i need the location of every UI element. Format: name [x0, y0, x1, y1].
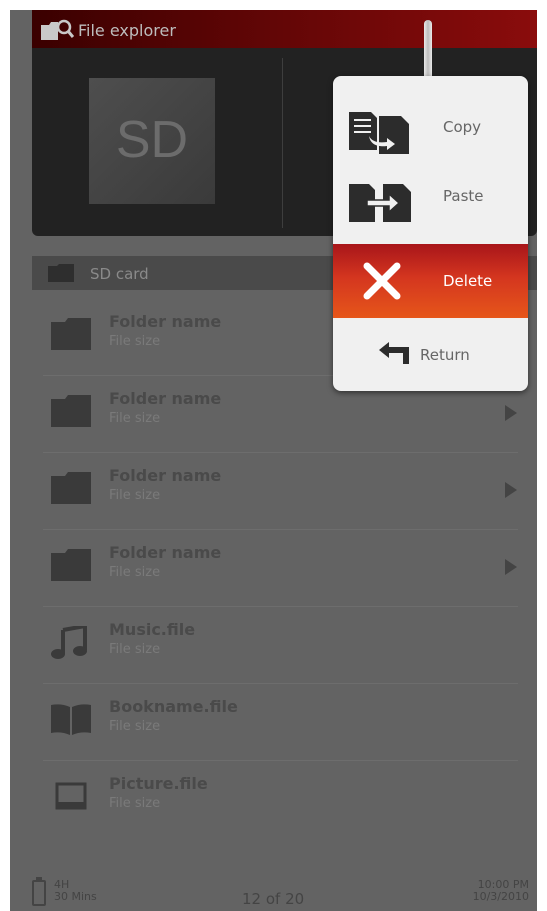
item-size: File size: [109, 719, 161, 734]
battery-time: 4H 30 Mins: [54, 879, 97, 903]
list-item[interactable]: Folder name File size: [43, 454, 518, 530]
battery-icon: [32, 877, 46, 906]
item-size: File size: [109, 334, 161, 349]
folder-icon: [51, 318, 91, 350]
folder-icon: [51, 549, 91, 581]
list-item[interactable]: Bookname.file File size: [43, 685, 518, 761]
clock-date: 10/3/2010: [472, 890, 529, 903]
item-size: File size: [109, 565, 161, 580]
chevron-right-icon[interactable]: [505, 405, 517, 421]
item-size: File size: [109, 796, 161, 811]
chevron-right-icon[interactable]: [505, 482, 517, 498]
picture-icon: [55, 782, 87, 810]
item-name: Folder name: [109, 466, 222, 485]
divider: [282, 58, 283, 228]
sd-card-tile[interactable]: SD: [89, 78, 215, 204]
item-size: File size: [109, 411, 161, 426]
device-screen: File explorer SD SD card Folder name Fil…: [10, 10, 537, 911]
item-name: Picture.file: [109, 774, 208, 793]
item-name: Folder name: [109, 543, 222, 562]
return-label: Return: [420, 346, 470, 364]
copy-icon: [349, 112, 409, 154]
list-item[interactable]: Music.file File size: [43, 608, 518, 684]
list-item[interactable]: Picture.file File size: [43, 762, 518, 837]
item-name: Music.file: [109, 620, 196, 639]
item-name: Bookname.file: [109, 697, 238, 716]
item-size: File size: [109, 642, 161, 657]
folder-icon: [51, 472, 91, 504]
sd-label: SD: [115, 111, 189, 169]
item-size: File size: [109, 488, 161, 503]
page-indicator: 12 of 20: [242, 890, 305, 908]
breadcrumb-label: SD card: [90, 265, 149, 283]
return-arrow-icon: [379, 342, 409, 364]
book-icon: [51, 704, 91, 735]
item-name: Folder name: [109, 312, 222, 331]
paste-menu-item[interactable]: Paste: [333, 166, 528, 241]
page-title: File explorer: [78, 21, 176, 40]
delete-menu-item[interactable]: Delete: [333, 244, 528, 318]
file-explorer-icon: [41, 19, 74, 40]
delete-label: Delete: [443, 272, 493, 290]
music-note-icon: [51, 626, 87, 659]
copy-menu-item[interactable]: Copy: [333, 96, 528, 166]
header-bar: File explorer: [32, 10, 537, 48]
close-icon: [363, 262, 401, 300]
list-item[interactable]: Folder name File size: [43, 531, 518, 607]
status-bar: 4H 30 Mins 12 of 20 10:00 PM 10/3/2010: [10, 860, 537, 911]
copy-label: Copy: [443, 118, 482, 136]
paste-icon: [349, 184, 411, 222]
clock: 10:00 PM 10/3/2010: [473, 879, 529, 903]
item-name: Folder name: [109, 389, 222, 408]
folder-icon: [48, 264, 74, 282]
chevron-right-icon[interactable]: [505, 559, 517, 575]
context-menu: Copy Paste Delete Return: [333, 76, 528, 391]
folder-icon: [51, 395, 91, 427]
paste-label: Paste: [443, 187, 484, 205]
battery-mins: 30 Mins: [54, 890, 97, 903]
return-menu-item[interactable]: Return: [333, 318, 528, 391]
